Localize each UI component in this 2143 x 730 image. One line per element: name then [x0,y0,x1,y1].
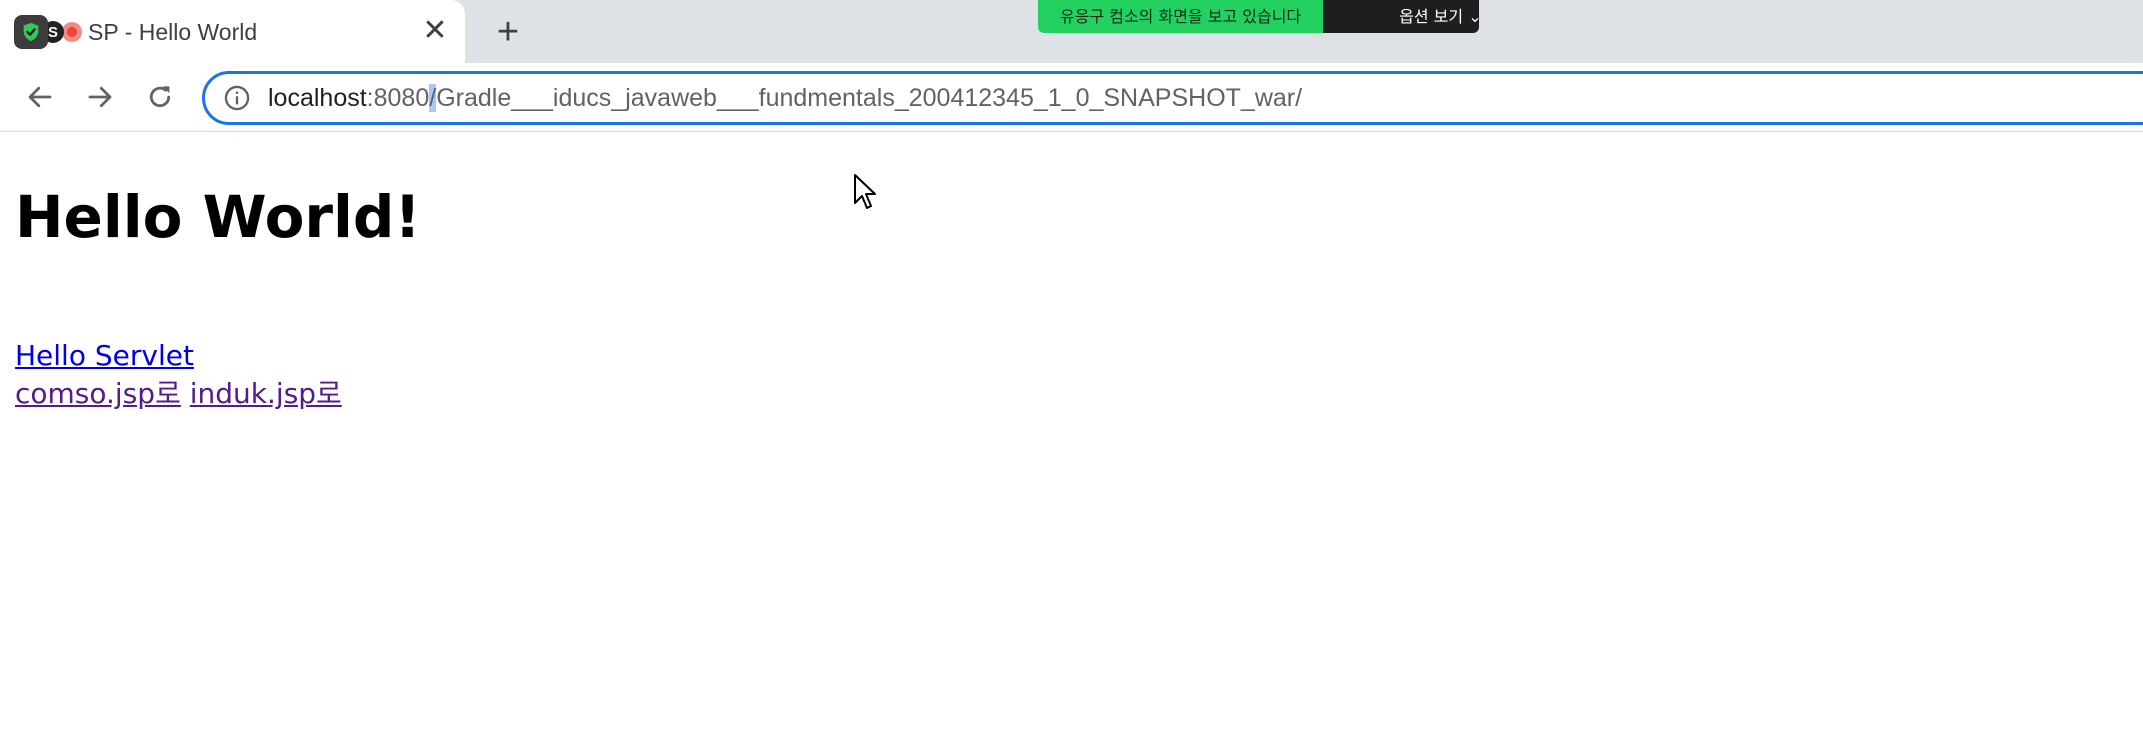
address-bar[interactable]: localhost:8080/Gradle___iducs_javaweb___… [202,71,2143,125]
mouse-cursor-icon [854,174,876,209]
recording-indicator-icon [62,22,82,42]
browser-tab[interactable]: S SP - Hello World ✕ [0,0,465,63]
comso-jsp-link[interactable]: comso.jsp로 [15,377,181,410]
shield-check-icon[interactable] [14,15,48,49]
reload-icon [149,86,171,108]
close-tab-icon[interactable]: ✕ [418,14,452,48]
tab-title: SP - Hello World [88,19,258,45]
page-content: Hello World! Hello Servlet comso.jsp로 in… [0,132,2143,730]
screen-share-status: 유응구 컴소의 화면을 보고 있습니다 [1038,0,1324,33]
tab-strip: S SP - Hello World ✕ + 유응구 컴소의 화면을 보고 있습… [0,0,2143,63]
link-list: Hello Servlet comso.jsp로 induk.jsp로 [15,337,342,413]
forward-arrow-icon [88,86,112,108]
screen-share-banner: 유응구 컴소의 화면을 보고 있습니다 옵션 보기 ⌄ [1038,0,1482,33]
site-info-icon[interactable] [223,84,251,112]
url-port: :8080 [366,84,430,112]
url-path: Gradle___iducs_javaweb___fundmentals_200… [436,84,1303,112]
page-heading: Hello World! [15,183,421,251]
hello-servlet-link[interactable]: Hello Servlet [15,339,194,372]
view-options-button[interactable]: 옵션 보기 ⌄ [1323,0,1482,33]
new-tab-button[interactable]: + [488,12,528,52]
forward-button[interactable] [80,77,120,117]
induk-jsp-link[interactable]: induk.jsp로 [190,377,342,410]
tab-icons: S [14,15,82,49]
back-button[interactable] [20,77,60,117]
url-host: localhost [268,84,367,112]
reload-button[interactable] [140,77,180,117]
url-text[interactable]: localhost:8080/Gradle___iducs_javaweb___… [268,83,1302,113]
back-arrow-icon [28,86,52,108]
browser-toolbar: localhost:8080/Gradle___iducs_javaweb___… [0,63,2143,132]
